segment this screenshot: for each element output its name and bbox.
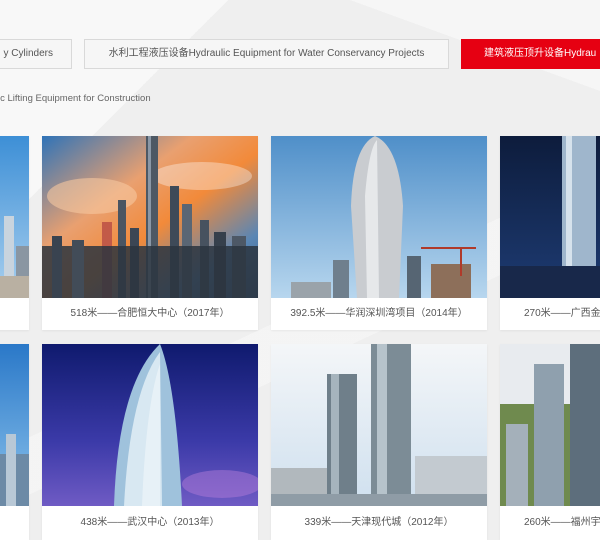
project-caption: 392.5米——华润深圳湾项目（2014年） bbox=[290, 308, 468, 319]
project-card[interactable]: 518米——合肥恒大中心（2017年） bbox=[42, 136, 258, 330]
project-card[interactable] bbox=[0, 344, 29, 540]
project-photo bbox=[271, 344, 487, 506]
project-caption: 438米——武汉中心（2013年） bbox=[80, 517, 220, 528]
project-card[interactable]: 260米——福州宇 bbox=[500, 344, 600, 540]
project-caption: 339米——天津现代城（2012年） bbox=[304, 517, 454, 528]
project-photo bbox=[0, 344, 29, 506]
project-card[interactable] bbox=[0, 136, 29, 330]
project-card[interactable]: 339米——天津现代城（2012年） bbox=[271, 344, 487, 540]
project-caption: 518米——合肥恒大中心（2017年） bbox=[70, 308, 230, 319]
project-card[interactable]: 392.5米——华润深圳湾项目（2014年） bbox=[271, 136, 487, 330]
project-caption bbox=[0, 506, 29, 540]
project-photo bbox=[500, 136, 600, 298]
project-caption bbox=[0, 298, 29, 330]
project-card[interactable]: 270米——广西金 bbox=[500, 136, 600, 330]
project-card[interactable]: 438米——武汉中心（2013年） bbox=[42, 344, 258, 540]
project-photo bbox=[0, 136, 29, 298]
project-photo bbox=[42, 344, 258, 506]
category-subtitle: ic Lifting Equipment for Construction bbox=[0, 93, 151, 104]
project-photo bbox=[271, 136, 487, 298]
tab-water-conservancy-equipment[interactable]: 水利工程液压设备Hydraulic Equipment for Water Co… bbox=[84, 39, 449, 69]
project-caption: 270米——广西金 bbox=[524, 308, 600, 319]
project-caption: 260米——福州宇 bbox=[524, 517, 600, 528]
project-photo bbox=[42, 136, 258, 298]
project-photo bbox=[500, 344, 600, 506]
tab-hydraulic-cylinders[interactable]: y Cylinders bbox=[0, 39, 72, 69]
tab-construction-lifting-equipment[interactable]: 建筑液压顶升设备Hydrau bbox=[461, 39, 600, 69]
